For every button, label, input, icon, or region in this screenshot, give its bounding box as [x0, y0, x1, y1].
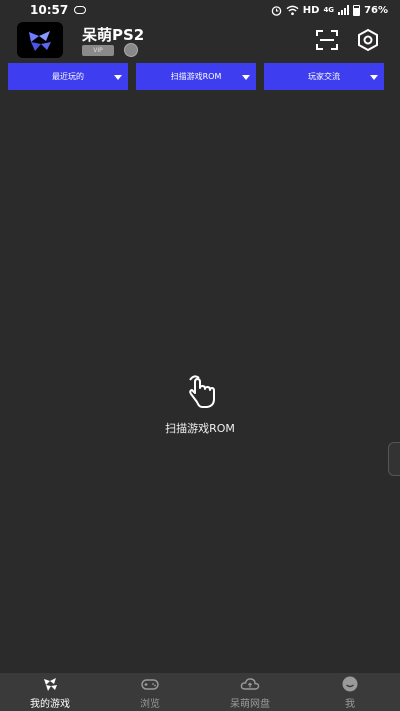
coin-badge-icon[interactable]: [124, 43, 138, 57]
signal-icon: [338, 5, 350, 15]
tab-recent-played[interactable]: 最近玩的: [8, 63, 128, 90]
ps-logo-icon: [29, 31, 51, 51]
tab-label: 扫描游戏ROM: [170, 72, 222, 81]
app-title: 呆萌PS2: [82, 26, 145, 44]
status-right: HD 4G 76%: [271, 4, 388, 16]
tab-scan-rom[interactable]: 扫描游戏ROM: [136, 63, 256, 90]
scan-button[interactable]: [314, 28, 340, 52]
caret-down-icon: [242, 75, 250, 80]
app-logo[interactable]: [17, 22, 63, 58]
nav-cloud-drive[interactable]: 呆萌网盘: [200, 673, 300, 711]
scan-rom-text: 扫描游戏ROM: [165, 422, 235, 435]
hexagon-settings-icon: [358, 28, 378, 52]
caret-down-icon: [370, 75, 378, 80]
battery-percent: 76%: [364, 4, 388, 16]
network-gen-label: 4G: [323, 6, 335, 14]
network-hd-label: HD: [302, 4, 320, 16]
tab-player-community[interactable]: 玩家交流: [264, 63, 384, 90]
status-left: 10:57: [30, 3, 87, 17]
scan-rom-empty-state[interactable]: 扫描游戏ROM: [0, 372, 400, 436]
vip-badge[interactable]: VIP: [82, 44, 114, 56]
notification-bubble-icon: [74, 6, 87, 14]
nav-my-games[interactable]: 我的游戏: [0, 673, 100, 711]
tab-label: 玩家交流: [308, 72, 340, 81]
ps-logo-icon: [44, 677, 57, 691]
cloud-icon: [240, 677, 260, 690]
badge-row: VIP: [82, 43, 138, 57]
app-header: 呆萌PS2 VIP: [0, 20, 400, 62]
settings-button[interactable]: [355, 28, 381, 52]
tab-label: 最近玩的: [52, 72, 84, 81]
nav-label: 呆萌网盘: [230, 698, 270, 710]
nav-browse[interactable]: 浏览: [100, 673, 200, 711]
scan-icon: [316, 30, 338, 50]
status-bar: 10:57 HD 4G 76%: [0, 0, 400, 20]
side-drawer-handle[interactable]: [388, 442, 400, 476]
tap-hand-icon: [189, 375, 215, 408]
nav-label: 浏览: [140, 698, 160, 710]
caret-down-icon: [114, 75, 122, 80]
nav-label: 我的游戏: [30, 698, 70, 710]
alarm-icon: [271, 5, 282, 16]
filter-tabs: 最近玩的 扫描游戏ROM 玩家交流: [0, 63, 400, 91]
bottom-navigation: 我的游戏 浏览 呆萌网盘 我: [0, 673, 400, 711]
nav-me[interactable]: 我: [300, 673, 400, 711]
nav-label: 我: [345, 698, 355, 710]
wifi-icon: [286, 5, 299, 15]
smiley-icon: [342, 676, 358, 691]
battery-icon: [353, 4, 361, 16]
gamepad-icon: [141, 678, 159, 690]
status-time: 10:57: [30, 3, 69, 17]
